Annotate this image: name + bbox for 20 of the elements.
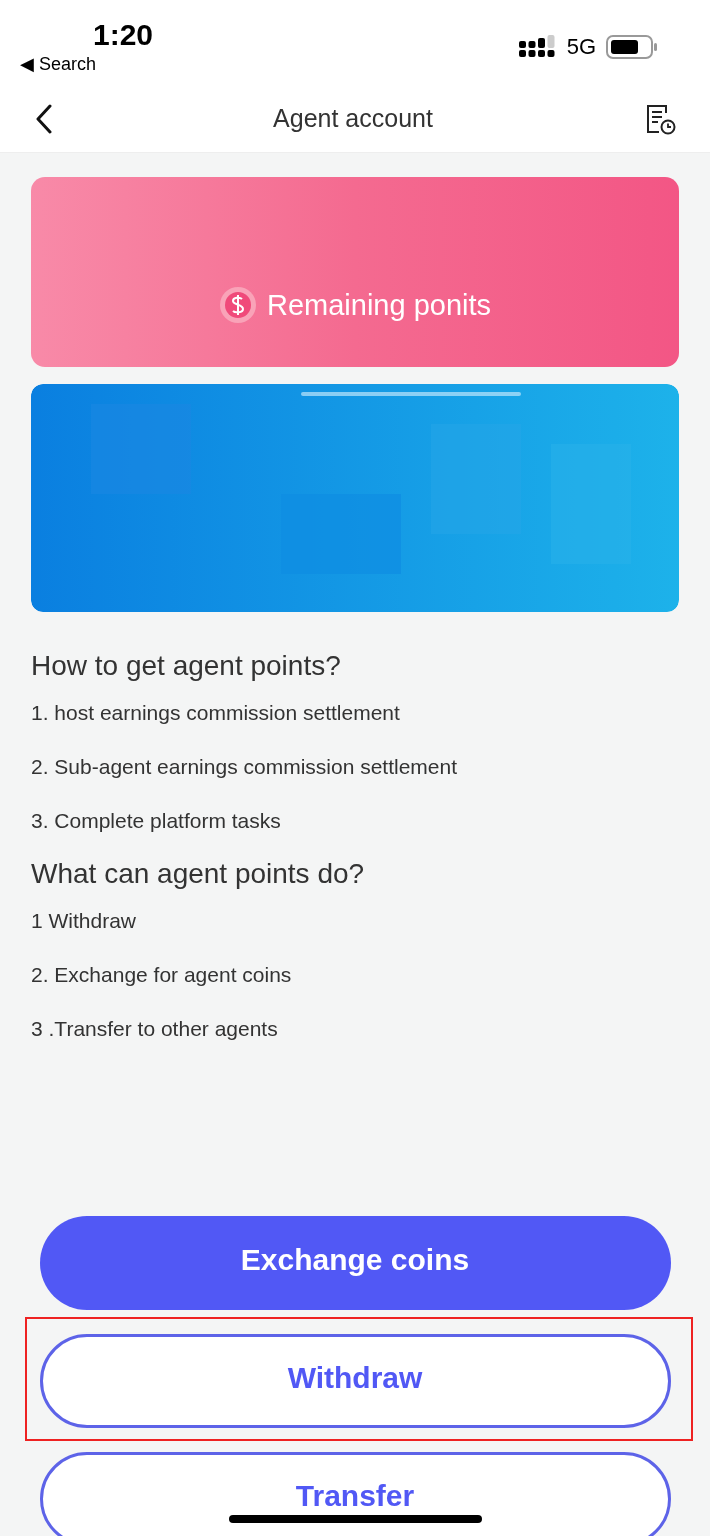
status-time: 1:20	[93, 17, 154, 53]
section-heading: How to get agent points?	[31, 649, 342, 683]
action-button[interactable]: Transfer	[39, 1452, 671, 1536]
network-label: 5G	[566, 33, 596, 61]
section-heading: What can agent points do?	[31, 857, 366, 891]
points-label: Remaining ponits	[266, 287, 492, 323]
list-item: 3 .Transfer to other agents	[31, 1016, 279, 1042]
list-item: 2. Exchange for agent coins	[31, 962, 293, 988]
signal-icon	[518, 34, 557, 59]
list-item: 1 Withdraw	[31, 908, 138, 934]
coin-icon	[218, 286, 257, 325]
list-item: 2. Sub-agent earnings commission settlement	[31, 754, 459, 780]
list-item: 1. host earnings commission settlement	[31, 700, 401, 726]
history-icon[interactable]	[646, 102, 676, 135]
action-button[interactable]: Withdraw	[39, 1334, 671, 1428]
list-item: 3. Complete platform tasks	[31, 808, 282, 834]
back-to-search-link[interactable]: ◀ Search	[20, 51, 97, 78]
action-button[interactable]: Exchange coins	[39, 1216, 671, 1310]
page-title: Agent account	[273, 102, 433, 134]
battery-icon	[606, 34, 658, 59]
